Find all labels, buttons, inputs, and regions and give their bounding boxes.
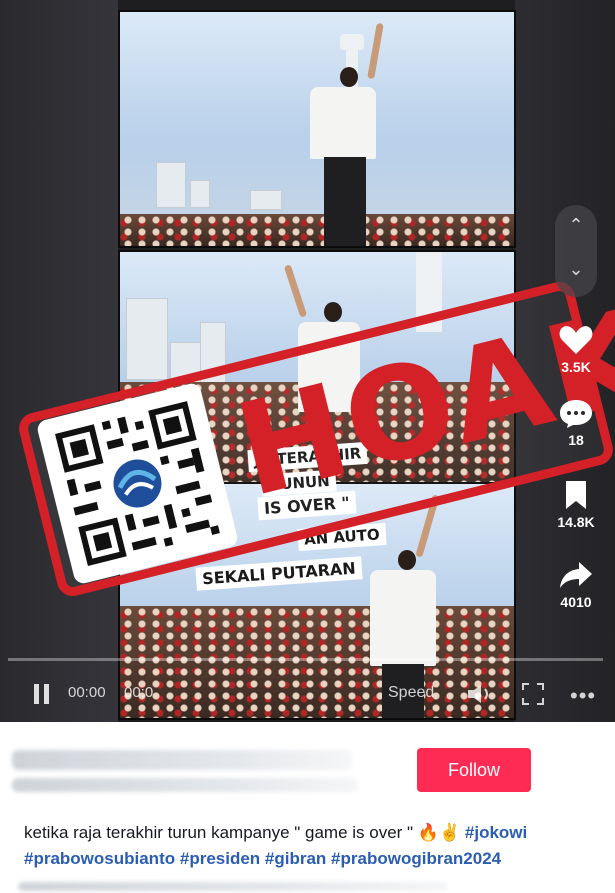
current-time: 00:00 bbox=[68, 684, 106, 701]
hashtag-link[interactable]: #gibran bbox=[265, 849, 326, 868]
pause-icon[interactable] bbox=[32, 682, 52, 710]
share-count: 4010 bbox=[560, 594, 592, 610]
follow-button[interactable]: Follow bbox=[417, 748, 531, 792]
video-nav-pill: ⌃ ⌄ bbox=[555, 205, 597, 297]
save-count: 14.8K bbox=[557, 514, 595, 530]
comment-button[interactable]: 18 bbox=[545, 398, 607, 448]
save-button[interactable]: 14.8K bbox=[545, 480, 607, 530]
comment-bubble-icon bbox=[560, 400, 592, 428]
like-count: 3.5K bbox=[561, 359, 591, 375]
video-frame-top bbox=[118, 10, 516, 248]
bookmark-icon bbox=[566, 481, 586, 509]
hashtag-link[interactable]: #presiden bbox=[180, 849, 260, 868]
hashtag-link[interactable]: #prabowosubianto bbox=[24, 849, 175, 868]
comment-count: 18 bbox=[568, 432, 584, 448]
total-time: 00:0 bbox=[124, 684, 154, 701]
redacted-handle bbox=[12, 778, 358, 792]
previous-video-chevron-up-icon[interactable]: ⌃ bbox=[555, 215, 597, 236]
share-arrow-icon bbox=[560, 562, 592, 588]
redacted-username bbox=[12, 750, 352, 770]
fullscreen-icon[interactable] bbox=[522, 683, 544, 709]
hashtag-link[interactable]: #jokowi bbox=[465, 823, 527, 842]
video-player[interactable]: JA TERAKHIR GUNUN IS OVER " AN AUTO SEKA… bbox=[0, 0, 615, 722]
speed-button[interactable]: Speed bbox=[388, 684, 434, 702]
more-options-icon[interactable]: ••• bbox=[570, 683, 596, 709]
post-caption: ketika raja terakhir turun kampanye " ga… bbox=[24, 820, 604, 872]
hashtag-link[interactable]: #prabowogibran2024 bbox=[331, 849, 501, 868]
share-button[interactable]: 4010 bbox=[545, 560, 607, 610]
volume-icon[interactable] bbox=[466, 683, 494, 709]
caption-emojis: 🔥✌ bbox=[417, 823, 461, 842]
caption-text: ketika raja terakhir turun kampanye " ga… bbox=[24, 823, 414, 842]
next-video-chevron-down-icon[interactable]: ⌄ bbox=[555, 259, 597, 280]
heart-icon bbox=[559, 326, 593, 354]
like-button[interactable]: 3.5K bbox=[545, 325, 607, 375]
player-backdrop-left bbox=[0, 0, 118, 722]
video-progress-bar[interactable] bbox=[8, 658, 603, 661]
redacted-footer-text bbox=[18, 882, 448, 891]
